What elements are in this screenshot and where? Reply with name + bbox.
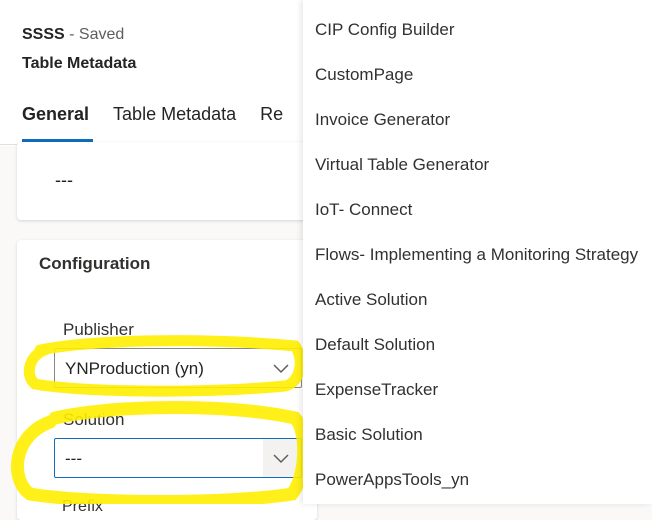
publisher-label: Publisher — [63, 320, 134, 339]
chevron-down-icon — [273, 454, 289, 464]
details-card: --- — [17, 142, 317, 220]
solution-dropdown-list: CIP Config Builder CustomPage Invoice Ge… — [303, 0, 652, 504]
dropdown-option[interactable]: Flows- Implementing a Monitoring Strateg… — [315, 245, 638, 265]
chevron-down-icon — [273, 364, 289, 374]
prefix-label-partial: Prefix — [62, 498, 103, 515]
dropdown-option[interactable]: PowerAppsTools_yn — [315, 470, 469, 490]
save-status: - Saved — [69, 26, 125, 43]
dropdown-option[interactable]: IoT- Connect — [315, 200, 412, 220]
record-title-row: SSSS - Saved — [22, 26, 124, 44]
dropdown-option[interactable]: ExpenseTracker — [315, 380, 438, 400]
dropdown-option[interactable]: Invoice Generator — [315, 110, 450, 130]
dropdown-option[interactable]: Basic Solution — [315, 425, 423, 445]
dropdown-option[interactable]: Virtual Table Generator — [315, 155, 489, 175]
empty-value: --- — [55, 170, 73, 190]
dropdown-option[interactable]: CustomPage — [315, 65, 413, 85]
publisher-select[interactable]: YNProduction (yn) — [54, 348, 302, 388]
tab-table-metadata[interactable]: Table Metadata — [113, 104, 236, 125]
solution-label: Solution — [63, 410, 125, 429]
entity-type-label: Table Metadata — [22, 55, 137, 72]
solution-select[interactable]: --- — [54, 438, 302, 478]
solution-value: --- — [65, 449, 82, 468]
configuration-title: Configuration — [39, 254, 151, 273]
configuration-card: Configuration Publisher YNProduction (yn… — [17, 240, 317, 520]
record-title: SSSS — [22, 26, 65, 43]
dropdown-option[interactable]: Default Solution — [315, 335, 435, 355]
publisher-value: YNProduction (yn) — [65, 359, 204, 378]
tab-related[interactable]: Re — [260, 104, 283, 125]
dropdown-option[interactable]: Active Solution — [315, 290, 427, 310]
form-tabs: General Table Metadata Re — [22, 104, 307, 125]
dropdown-option[interactable]: CIP Config Builder — [315, 20, 455, 40]
form-header: SSSS - Saved Table Metadata General Tabl… — [0, 0, 305, 146]
tab-general[interactable]: General — [22, 104, 89, 125]
